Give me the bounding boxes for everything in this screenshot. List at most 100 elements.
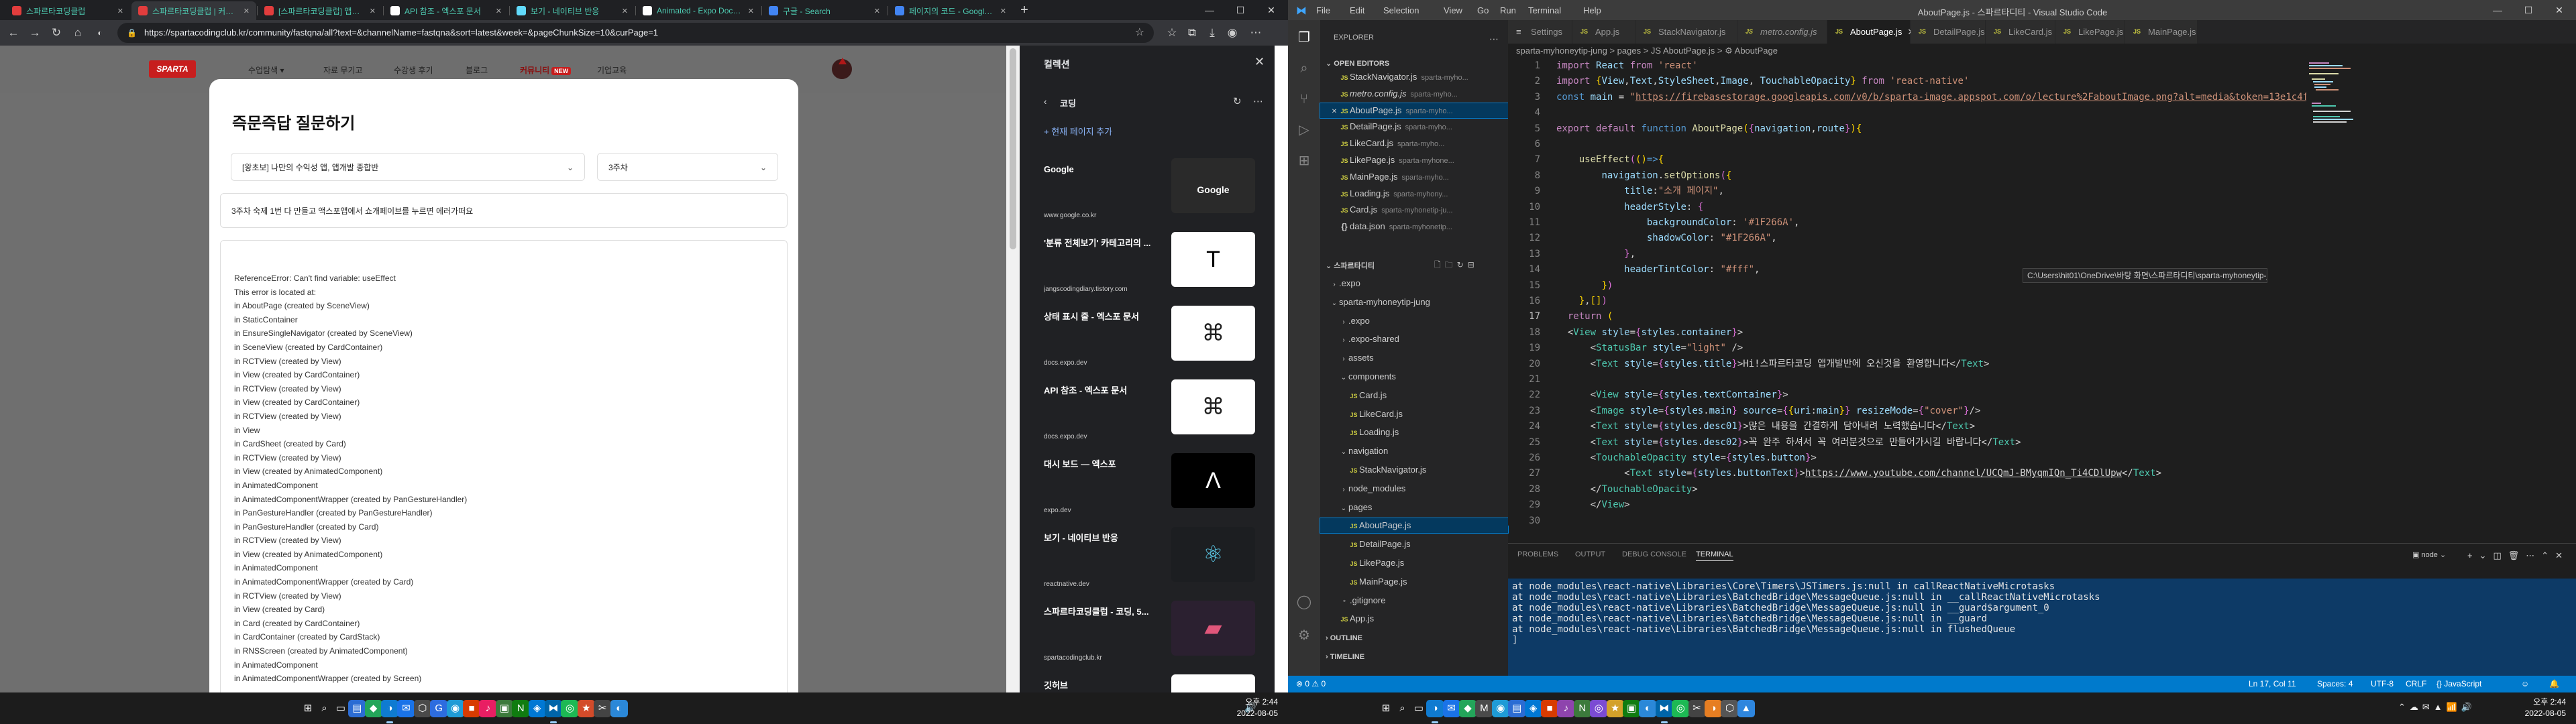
minimize-button[interactable]: — <box>2482 0 2513 20</box>
tree-item[interactable]: › node_modules <box>1320 481 1508 496</box>
tree-item[interactable]: JS AboutPage.js <box>1320 518 1509 534</box>
code-editor[interactable]: 1 import React from 'react' 2 import {View… <box>1508 58 2576 526</box>
browser-tab[interactable]: Animated - Expo Documentation ✕ <box>636 1 761 20</box>
account-icon[interactable]: ◯ <box>1296 594 1312 610</box>
taskbar-app-icon[interactable]: ✂ <box>1688 700 1706 717</box>
tree-item[interactable]: JS MainPage.js <box>1320 575 1508 589</box>
minimize-button[interactable]: — <box>1194 0 1225 20</box>
menu-icon[interactable]: ⋯ <box>1248 25 1264 41</box>
refresh-icon[interactable]: ↻ <box>1233 95 1242 107</box>
open-editor-item[interactable]: JS metro.config.js sparta-myho... <box>1320 86 1508 101</box>
browser-tab[interactable]: 보기 - 네이티브 반응 ✕ <box>510 1 635 20</box>
taskbar-app-icon[interactable]: ▤ <box>348 700 366 717</box>
question-body-textarea[interactable]: ReferenceError: Can't find variable: use… <box>220 240 788 692</box>
collection-item[interactable]: Google www.google.co.kr Google <box>1044 158 1272 225</box>
maximize-button[interactable]: ☐ <box>2513 0 2544 20</box>
taskbar-app-icon[interactable]: ◉ <box>446 700 464 717</box>
tree-item[interactable]: ⌄ sparta-myhoneytip-jung <box>1320 295 1508 310</box>
run-debug-icon[interactable]: ▷ <box>1296 122 1312 138</box>
forward-icon[interactable]: → <box>27 25 43 41</box>
taskbar-app-icon[interactable]: ◈ <box>528 700 546 717</box>
browser-tab[interactable]: 페이지의 코드 - Google 검색 ✕ <box>888 1 1013 20</box>
more-icon[interactable]: ⋯ <box>1253 95 1263 107</box>
tree-item[interactable]: › .expo-shared <box>1320 332 1508 347</box>
taskbar-app-icon[interactable]: ⧓ <box>545 700 562 723</box>
menu-run[interactable]: Run <box>1500 5 1516 15</box>
feedback-icon[interactable]: ☺ <box>2521 676 2529 692</box>
taskbar-app-icon[interactable]: ◎ <box>561 700 579 717</box>
maximize-button[interactable]: ☐ <box>1225 0 1256 20</box>
tab-output[interactable]: OUTPUT <box>1575 550 1605 558</box>
open-editor-item[interactable]: JS Card.js sparta-myhonetip-ju... <box>1320 202 1508 217</box>
taskbar-app-icon[interactable]: N <box>1573 700 1591 717</box>
taskbar-app-icon[interactable]: ▣ <box>495 700 513 717</box>
page-scrollbar[interactable] <box>1006 46 1020 692</box>
taskbar-app-icon[interactable]: ■ <box>1541 700 1558 717</box>
site-logo[interactable]: SPARTA <box>149 60 196 78</box>
explorer-actions[interactable]: 🗋🗀↻⊟ <box>1434 259 1479 273</box>
taskbar-app-icon[interactable]: ◉ <box>1491 700 1509 717</box>
extensions-icon[interactable]: ⊞ <box>1296 153 1312 169</box>
outline-header[interactable]: › OUTLINE <box>1326 634 1362 642</box>
language-mode[interactable]: {} JavaScript <box>2436 676 2481 692</box>
taskbar-app-icon[interactable]: ✉ <box>1442 700 1460 717</box>
bookmark-star-icon[interactable]: ☆ <box>1135 23 1144 43</box>
open-editor-item[interactable]: ✕ JS AboutPage.js sparta-myho... <box>1320 102 1509 119</box>
tree-item[interactable]: ⌄ components <box>1320 369 1508 384</box>
system-tray-icons[interactable]: ⌃☁✉▲📶🔊 <box>2398 702 2476 713</box>
open-editor-item[interactable]: JS StackNavigator.js sparta-myho... <box>1320 70 1508 84</box>
open-editor-item[interactable]: {} data.json sparta-myhonetip... <box>1320 219 1508 234</box>
taskbar-app-icon[interactable]: ▣ <box>1623 700 1640 717</box>
tree-item[interactable]: JS LikeCard.js <box>1320 407 1508 422</box>
close-tab-icon[interactable]: ✕ <box>1000 7 1006 15</box>
taskbar-app-icon[interactable]: ◑ <box>381 700 398 723</box>
timeline-header[interactable]: › TIMELINE <box>1326 653 1364 661</box>
taskbar-app-icon[interactable]: ◑ <box>1426 700 1444 723</box>
taskbar-app-icon[interactable]: ⊞ <box>1377 700 1395 717</box>
taskbar-app-icon[interactable]: ▲ <box>1737 700 1755 717</box>
collections-icon[interactable]: ⧉ <box>1184 25 1200 41</box>
collection-item[interactable]: API 참조 - 엑스포 문서 docs.expo.dev ⌘ <box>1044 379 1272 446</box>
editor-tab[interactable]: JS MainPage.js <box>2125 20 2198 44</box>
new-tab-button[interactable]: + <box>1016 3 1032 19</box>
terminal-actions[interactable]: +⌄◫🗑⋯⌃✕ <box>2467 550 2569 561</box>
week-select[interactable]: 3주차 ⌄ <box>597 153 778 181</box>
close-tab-icon[interactable]: ✕ <box>622 7 628 15</box>
taskbar-app-icon[interactable]: ▭ <box>331 700 350 717</box>
close-tab-icon[interactable]: ✕ <box>874 7 880 15</box>
taskbar-app-icon[interactable]: ◎ <box>1672 700 1690 717</box>
nav-resources[interactable]: 자료 무기고 <box>323 64 363 76</box>
collection-item[interactable]: '분류 전체보기' 카테고리의 ... jangscodingdiary.tist… <box>1044 232 1272 299</box>
tab-problems[interactable]: PROBLEMS <box>1517 550 1558 558</box>
minimap[interactable] <box>2306 58 2356 526</box>
course-select[interactable]: [왕초보] 나만의 수익성 앱, 앱개발 종합반 ⌄ <box>231 153 585 181</box>
editor-tab[interactable]: JSAboutPage.js✕ <box>1827 20 1915 44</box>
browser-tab[interactable]: API 참조 - 엑스포 문서 ✕ <box>384 1 508 20</box>
encoding[interactable]: UTF-8 <box>2371 676 2394 692</box>
close-tab-icon[interactable]: ✕ <box>244 7 250 15</box>
taskbar-app-icon[interactable]: ⊞ <box>299 700 317 717</box>
nav-community[interactable]: 커뮤니티 NEW <box>520 64 572 76</box>
browser-tab[interactable]: 스파르타코딩클럽 ✕ <box>5 1 130 20</box>
tree-item[interactable]: › .expo <box>1320 276 1508 291</box>
taskbar-app-icon[interactable]: ◑ <box>1705 700 1722 717</box>
back-icon[interactable]: ← <box>5 25 21 41</box>
clock[interactable]: 오후 2:44 2022-08-05 <box>2519 697 2566 719</box>
taskbar-app-icon[interactable]: ◐ <box>1639 700 1657 717</box>
editor-tab[interactable]: JS App.js <box>1572 20 1635 44</box>
taskbar-app-icon[interactable]: ⬡ <box>1721 700 1739 717</box>
taskbar-app-icon[interactable]: M <box>1475 700 1493 717</box>
address-bar[interactable]: 🔒 https://spartacodingclub.kr/community/… <box>117 23 1154 43</box>
open-editor-item[interactable]: JS DetailPage.js sparta-myho... <box>1320 119 1508 134</box>
tree-item[interactable]: ⌄ pages <box>1320 500 1508 515</box>
taskbar-app-icon[interactable]: ⌕ <box>1393 700 1411 717</box>
close-tab-icon[interactable]: ✕ <box>370 7 376 15</box>
back-chevron-icon[interactable]: ‹ <box>1044 97 1046 107</box>
indentation[interactable]: Spaces: 4 <box>2317 676 2353 692</box>
home-icon[interactable]: ⌂ <box>70 25 86 41</box>
browser-tab[interactable]: [스파르타코딩클럽] 앱개발 ✕ <box>258 1 382 20</box>
editor-tab[interactable]: JS LikeCard.js <box>1986 20 2055 44</box>
editor-tab[interactable]: JS metro.config.js <box>1737 20 1827 44</box>
tree-item[interactable]: › assets <box>1320 351 1508 365</box>
menu-edit[interactable]: Edit <box>1350 5 1364 15</box>
